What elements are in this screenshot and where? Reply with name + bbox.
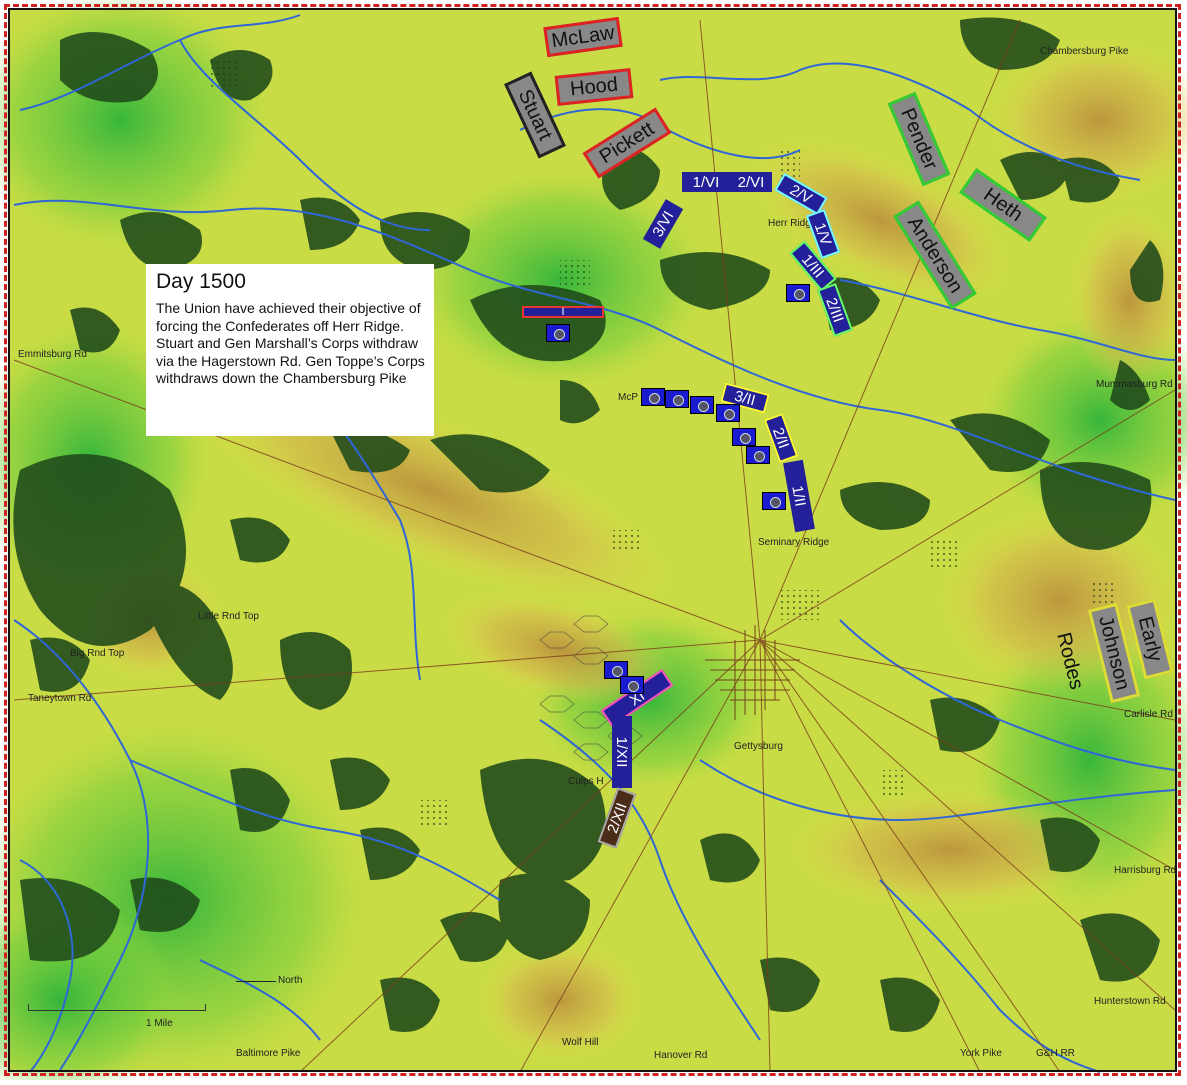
label-hanover-rd: Hanover Rd <box>654 1050 708 1061</box>
label-little-rnd-top: Little Rnd Top <box>198 611 259 622</box>
label-carlisle-rd: Carlisle Rd <box>1124 709 1173 720</box>
counter-marker[interactable] <box>641 388 665 406</box>
label-harrisburg-rd: Harrisburg Rd <box>1114 865 1177 876</box>
counter-marker[interactable] <box>690 396 714 414</box>
label-gettysburg: Gettysburg <box>734 741 783 752</box>
scale-bar <box>28 1004 206 1011</box>
label-baltimore-pike: Baltimore Pike <box>236 1048 301 1059</box>
scale-label: 1 Mile <box>146 1018 173 1029</box>
counter-marker[interactable] <box>665 390 689 408</box>
label-culps: Culps H <box>568 776 604 787</box>
info-text: The Union have achieved their objective … <box>156 300 425 386</box>
label-emmitsburg-rd: Emmitsburg Rd <box>18 349 87 360</box>
info-panel: Day 1500 The Union have achieved their o… <box>146 264 434 436</box>
info-title: Day 1500 <box>156 270 246 293</box>
label-chambersburg-pike: Chambersburg Pike <box>1040 46 1129 57</box>
label-herr-ridge: Herr Ridg <box>768 218 811 229</box>
battle-map: Chambersburg Pike Emmitsburg Rd Mummasbu… <box>0 0 1187 1085</box>
label-york-pike: York Pike <box>960 1048 1002 1059</box>
unit-i[interactable]: I <box>522 306 604 318</box>
label-mummasburg-rd: Mummasburg Rd <box>1096 379 1173 390</box>
label-wolf-hill: Wolf Hill <box>562 1037 599 1048</box>
label-hunterstown-rd: Hunterstown Rd <box>1094 996 1166 1007</box>
counter-marker[interactable] <box>716 404 740 422</box>
north-label: North <box>278 975 303 986</box>
label-taneytown-rd: Taneytown Rd <box>28 693 92 704</box>
unit-2-vi[interactable]: 2/VI <box>730 172 772 192</box>
counter-marker[interactable] <box>732 428 756 446</box>
unit-1-vi[interactable]: 1/VI <box>682 172 730 192</box>
counter-marker[interactable] <box>620 676 644 694</box>
counter-marker[interactable] <box>786 284 810 302</box>
label-big-rnd-top: Big Rnd Top <box>70 648 125 659</box>
unit-1-xii[interactable]: 1/XII <box>612 716 632 788</box>
north-arrow-icon <box>236 981 276 982</box>
counter-marker[interactable] <box>546 324 570 342</box>
counter-marker[interactable] <box>746 446 770 464</box>
label-mcp: McP <box>618 392 638 403</box>
label-gh-rr: G&H RR <box>1036 1048 1075 1059</box>
counter-marker[interactable] <box>762 492 786 510</box>
label-seminary-ridge: Seminary Ridge <box>758 537 830 548</box>
